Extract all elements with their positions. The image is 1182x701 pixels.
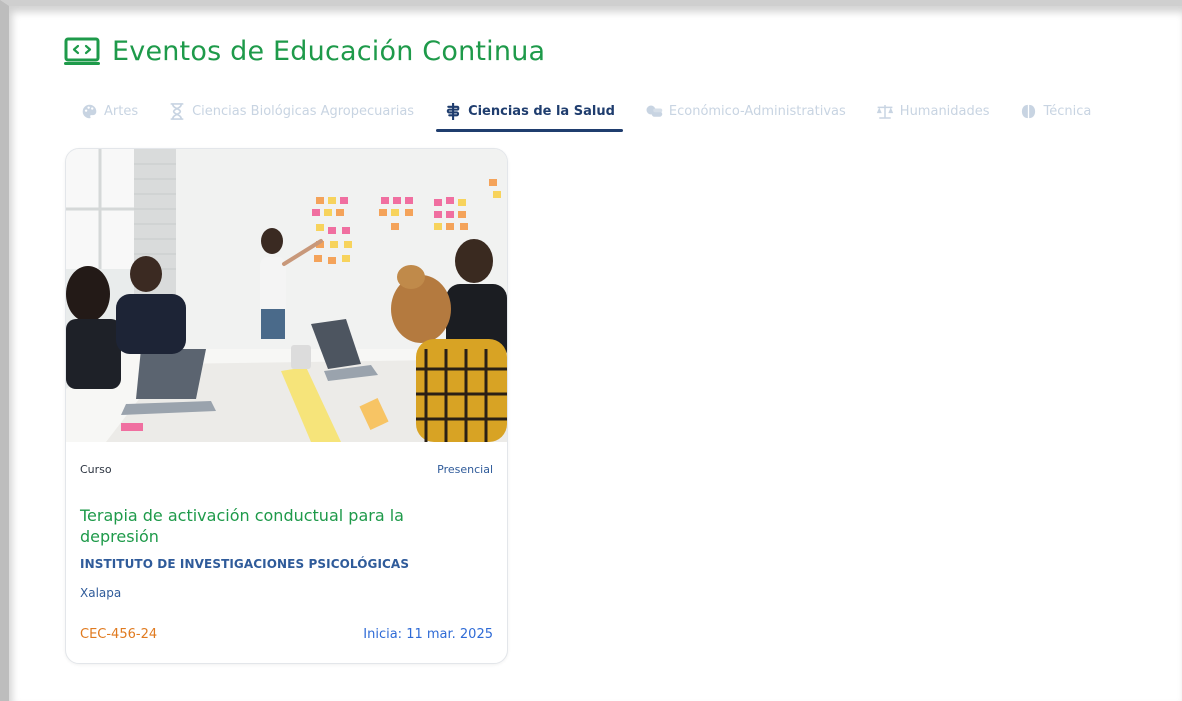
event-title[interactable]: Terapia de activación conductual para la… — [80, 505, 447, 547]
tab-ciencias-salud[interactable]: Ciencias de la Salud — [436, 98, 623, 132]
page-title: Eventos de Educación Continua — [64, 36, 545, 67]
event-modality: Presencial — [437, 463, 493, 476]
brain-icon — [1020, 102, 1038, 120]
palette-icon — [80, 102, 98, 120]
tab-label: Humanidades — [899, 103, 990, 119]
certificate-icon — [64, 37, 100, 65]
tab-label: Económico-Administrativas — [668, 103, 846, 119]
card-footer: CEC-456-24 Inicia: 11 mar. 2025 — [80, 627, 493, 642]
tab-label: Artes — [104, 103, 139, 119]
tab-label: Ciencias Biológicas Agropecuarias — [192, 103, 415, 119]
tab-artes[interactable]: Artes — [72, 98, 146, 130]
scales-icon — [876, 102, 894, 120]
meeting-photo — [66, 149, 507, 442]
event-city: Xalapa — [80, 586, 122, 600]
tab-label: Técnica — [1043, 103, 1092, 119]
event-type: Curso — [80, 463, 112, 476]
tab-ciencias-biologicas[interactable]: Ciencias Biológicas Agropecuarias — [160, 98, 422, 130]
event-card[interactable]: Curso Presencial Terapia de activación c… — [65, 148, 508, 664]
page-title-text: Eventos de Educación Continua — [112, 36, 546, 67]
tab-tecnica[interactable]: Técnica — [1012, 98, 1100, 130]
event-institute: INSTITUTO DE INVESTIGACIONES PSICOLÓGICA… — [80, 557, 410, 571]
event-code: CEC-456-24 — [80, 627, 158, 642]
medical-icon — [444, 102, 462, 120]
card-meta: Curso Presencial — [80, 463, 493, 476]
tab-humanidades[interactable]: Humanidades — [868, 98, 998, 130]
tab-label: Ciencias de la Salud — [468, 103, 615, 119]
page: Eventos de Educación Continua Artes Cien… — [0, 0, 1182, 701]
category-tabs: Artes Ciencias Biológicas Agropecuarias … — [72, 98, 1152, 134]
tab-economico-administrativas[interactable]: Económico-Administrativas — [637, 98, 854, 130]
event-start-date: Inicia: 11 mar. 2025 — [363, 627, 493, 642]
coins-icon — [645, 102, 663, 120]
hourglass-icon — [168, 102, 186, 120]
